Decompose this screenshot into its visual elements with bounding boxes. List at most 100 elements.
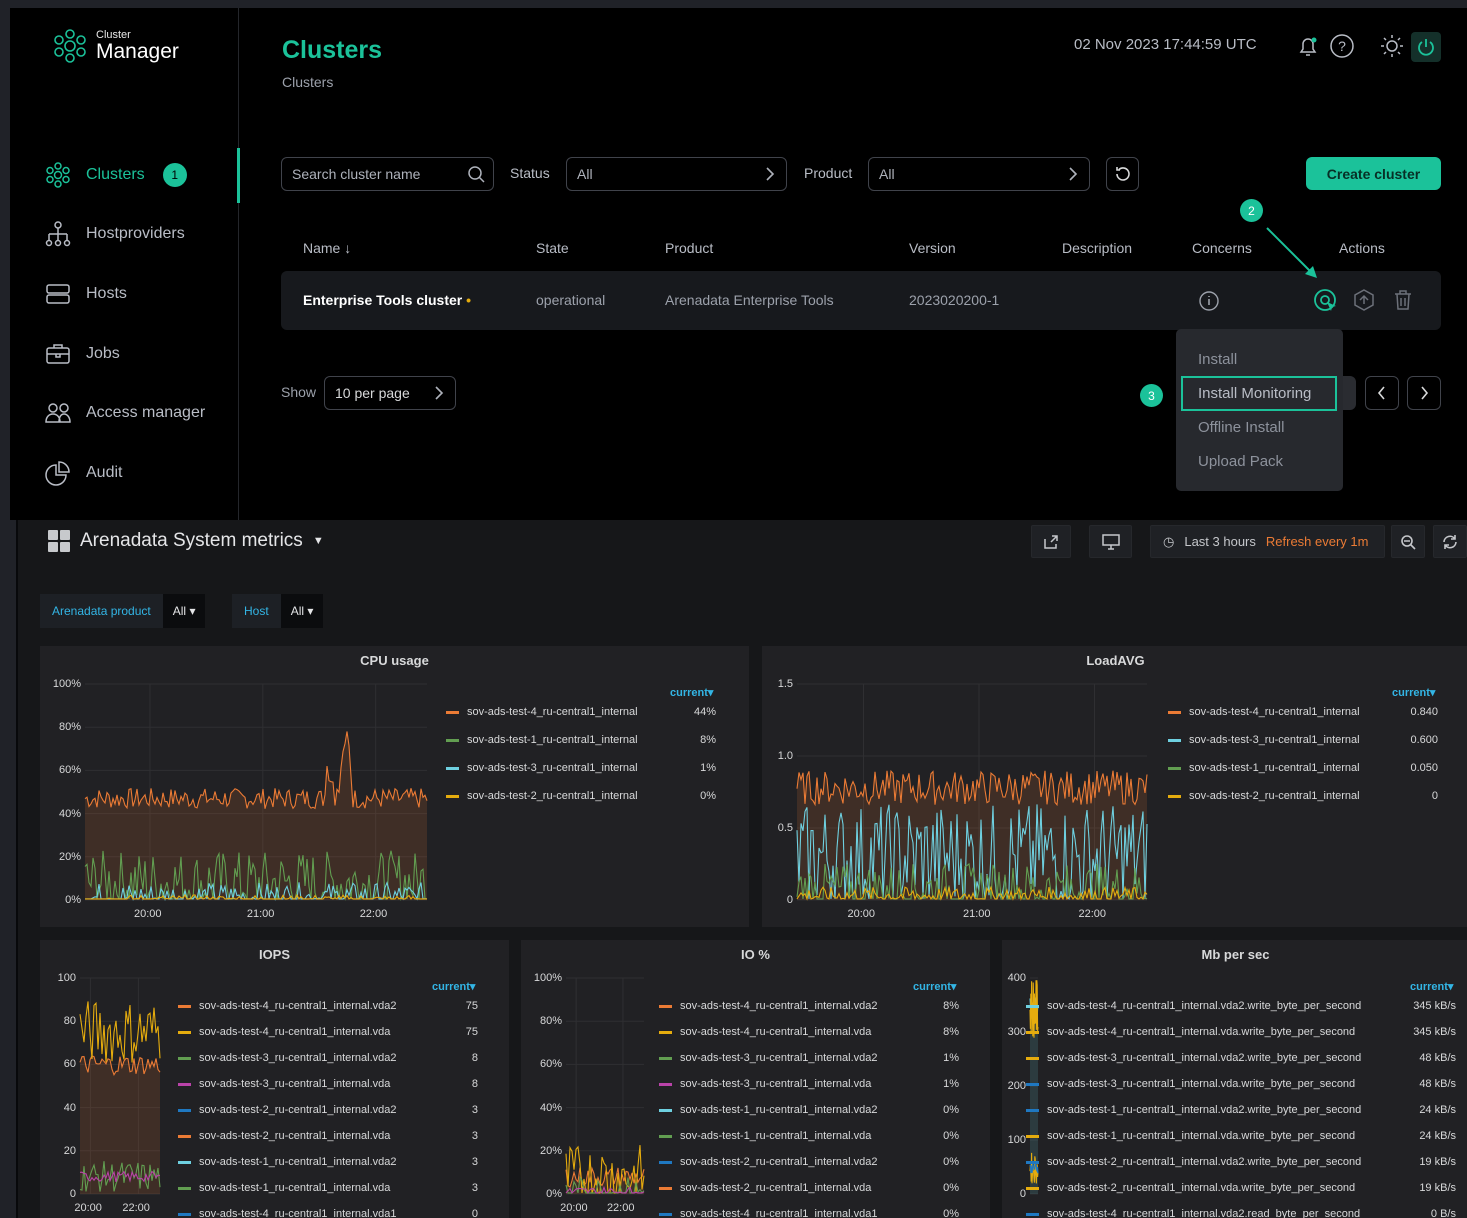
y-tick-label: 60% bbox=[58, 764, 81, 777]
legend-item[interactable]: sov-ads-test-2_ru-central1_internal.vda.… bbox=[1026, 1182, 1456, 1198]
legend-item[interactable]: sov-ads-test-3_ru-central1_internal 1% bbox=[446, 762, 726, 778]
legend-item[interactable]: sov-ads-test-3_ru-central1_internal.vda2… bbox=[659, 1052, 959, 1068]
legend-item[interactable]: sov-ads-test-4_ru-central1_internal.vda 7… bbox=[178, 1026, 478, 1042]
share-button[interactable] bbox=[1031, 525, 1071, 558]
product-select[interactable]: All bbox=[868, 157, 1090, 191]
legend-item[interactable]: sov-ads-test-4_ru-central1_internal.vda1… bbox=[659, 1208, 959, 1218]
variable-host[interactable]: Host All ▾ bbox=[232, 594, 324, 628]
nav-clusters[interactable]: Clusters 1 bbox=[44, 161, 187, 189]
install-action-icon[interactable] bbox=[1313, 288, 1339, 319]
cluster-name[interactable]: Enterprise Tools cluster • bbox=[303, 292, 471, 308]
legend-item[interactable]: sov-ads-test-1_ru-central1_internal.vda2… bbox=[178, 1156, 478, 1172]
per-page-select[interactable]: 10 per page bbox=[324, 376, 456, 410]
refresh-button[interactable] bbox=[1433, 525, 1467, 558]
upgrade-icon[interactable] bbox=[1352, 288, 1376, 317]
legend-item[interactable]: sov-ads-test-4_ru-central1_internal.vda2… bbox=[659, 1000, 959, 1016]
chevron-right-icon bbox=[1067, 165, 1079, 186]
zoom-out-button[interactable] bbox=[1391, 525, 1425, 558]
bell-icon[interactable] bbox=[1294, 32, 1322, 60]
menu-item-offline-install[interactable]: Offline Install bbox=[1198, 419, 1284, 436]
plot-area[interactable] bbox=[84, 683, 428, 902]
y-tick-label: 40% bbox=[58, 807, 81, 820]
menu-item-install[interactable]: Install bbox=[1198, 351, 1237, 368]
legend-item[interactable]: sov-ads-test-2_ru-central1_internal 0 bbox=[1168, 790, 1440, 806]
legend-current-value: 75 bbox=[465, 1000, 478, 1012]
legend-item[interactable]: sov-ads-test-4_ru-central1_internal 0.840 bbox=[1168, 706, 1440, 722]
plot-area[interactable] bbox=[796, 683, 1148, 901]
chevron-right-icon bbox=[764, 165, 776, 186]
legend-item[interactable]: sov-ads-test-1_ru-central1_internal.vda 0… bbox=[659, 1130, 959, 1146]
legend-item[interactable]: sov-ads-test-3_ru-central1_internal.vda2… bbox=[178, 1052, 478, 1068]
status-select[interactable]: All bbox=[566, 157, 787, 191]
nav-hostproviders[interactable]: Hostproviders bbox=[44, 220, 185, 248]
time-picker[interactable]: ◷ Last 3 hours Refresh every 1m bbox=[1150, 525, 1385, 558]
grafana-dashboard: Arenadata System metrics ▼ ◷ Last 3 hour… bbox=[16, 520, 1467, 1218]
nav-jobs[interactable]: Jobs bbox=[44, 340, 120, 368]
menu-item-upload-pack[interactable]: Upload Pack bbox=[1198, 453, 1283, 470]
legend-item[interactable]: sov-ads-test-2_ru-central1_internal 0% bbox=[446, 790, 726, 806]
plot-area[interactable] bbox=[565, 977, 645, 1195]
variable-value[interactable]: All ▾ bbox=[280, 594, 324, 628]
legend-item[interactable]: sov-ads-test-1_ru-central1_internal.vda.… bbox=[1026, 1130, 1456, 1146]
legend-item[interactable]: sov-ads-test-4_ru-central1_internal 44% bbox=[446, 706, 726, 722]
svg-text:?: ? bbox=[1338, 38, 1346, 54]
info-icon[interactable] bbox=[1198, 290, 1220, 317]
legend-item[interactable]: sov-ads-test-3_ru-central1_internal.vda2… bbox=[1026, 1052, 1456, 1068]
column-header-version: Version bbox=[909, 240, 956, 256]
legend-item[interactable]: sov-ads-test-1_ru-central1_internal 8% bbox=[446, 734, 726, 750]
nav-audit[interactable]: Audit bbox=[44, 459, 122, 487]
nav-access-manager[interactable]: Access manager bbox=[44, 399, 205, 427]
legend-current-value: 19 kB/s bbox=[1419, 1182, 1456, 1194]
tv-mode-button[interactable] bbox=[1089, 525, 1132, 558]
plot-area[interactable] bbox=[79, 977, 161, 1195]
legend-item[interactable]: sov-ads-test-2_ru-central1_internal.vda2… bbox=[1026, 1156, 1456, 1172]
sort-down-icon: ↓ bbox=[344, 240, 352, 256]
legend-item[interactable]: sov-ads-test-4_ru-central1_internal.vda2… bbox=[1026, 1000, 1456, 1016]
reset-filters-button[interactable] bbox=[1106, 157, 1139, 191]
sun-icon[interactable] bbox=[1378, 32, 1406, 60]
legend-item[interactable]: sov-ads-test-1_ru-central1_internal 0.050 bbox=[1168, 762, 1440, 778]
menu-item-install-monitoring[interactable]: Install Monitoring bbox=[1198, 385, 1311, 402]
y-tick-label: 40 bbox=[63, 1101, 76, 1114]
nav-hosts[interactable]: Hosts bbox=[44, 280, 127, 308]
x-tick-label: 20:00 bbox=[133, 908, 162, 920]
x-tick-label: 20:00 bbox=[560, 1202, 588, 1214]
legend-item[interactable]: sov-ads-test-3_ru-central1_internal 0.600 bbox=[1168, 734, 1440, 750]
logo[interactable]: Cluster Manager bbox=[52, 28, 179, 64]
search-input[interactable]: Search cluster name bbox=[281, 157, 494, 191]
caret-down-icon: ▼ bbox=[312, 535, 324, 547]
x-tick-label: 22:00 bbox=[359, 908, 388, 920]
variable-value[interactable]: All ▾ bbox=[162, 594, 206, 628]
legend-item[interactable]: sov-ads-test-1_ru-central1_internal.vda2… bbox=[1026, 1104, 1456, 1120]
legend-item[interactable]: sov-ads-test-4_ru-central1_internal.vda2… bbox=[1026, 1208, 1456, 1218]
column-header-name[interactable]: Name ↓ bbox=[303, 240, 351, 256]
y-tick-label: 300 bbox=[1007, 1026, 1026, 1038]
legend-item[interactable]: sov-ads-test-4_ru-central1_internal.vda.… bbox=[1026, 1026, 1456, 1042]
legend-item[interactable]: sov-ads-test-4_ru-central1_internal.vda1… bbox=[178, 1208, 478, 1218]
legend-item[interactable]: sov-ads-test-3_ru-central1_internal.vda 8 bbox=[178, 1078, 478, 1094]
legend-current-value: 0 bbox=[1431, 790, 1438, 802]
create-cluster-button[interactable]: Create cluster bbox=[1306, 157, 1441, 190]
nav-label: Hosts bbox=[86, 285, 127, 302]
breadcrumb[interactable]: Clusters bbox=[282, 74, 333, 90]
legend-item[interactable]: sov-ads-test-4_ru-central1_internal.vda2… bbox=[178, 1000, 478, 1016]
legend-item[interactable]: sov-ads-test-4_ru-central1_internal.vda 8… bbox=[659, 1026, 959, 1042]
legend-item[interactable]: sov-ads-test-2_ru-central1_internal.vda2… bbox=[659, 1156, 959, 1172]
legend-item[interactable]: sov-ads-test-3_ru-central1_internal.vda 1… bbox=[659, 1078, 959, 1094]
prev-page-button[interactable] bbox=[1365, 376, 1399, 410]
legend-item[interactable]: sov-ads-test-1_ru-central1_internal.vda 3 bbox=[178, 1182, 478, 1198]
trash-icon[interactable] bbox=[1393, 289, 1413, 316]
legend-item[interactable]: sov-ads-test-3_ru-central1_internal.vda.… bbox=[1026, 1078, 1456, 1094]
dashboard-title[interactable]: Arenadata System metrics ▼ bbox=[48, 530, 324, 552]
legend-item[interactable]: sov-ads-test-1_ru-central1_internal.vda2… bbox=[659, 1104, 959, 1120]
next-page-button[interactable] bbox=[1407, 376, 1441, 410]
legend-current-value: 48 kB/s bbox=[1419, 1052, 1456, 1064]
variable-product[interactable]: Arenadata product All ▾ bbox=[40, 594, 206, 628]
power-icon[interactable] bbox=[1411, 32, 1441, 62]
legend-item[interactable]: sov-ads-test-2_ru-central1_internal.vda 3 bbox=[178, 1130, 478, 1146]
legend-item[interactable]: sov-ads-test-2_ru-central1_internal.vda 0… bbox=[659, 1182, 959, 1198]
x-tick-label: 22:00 bbox=[1078, 908, 1107, 920]
help-icon[interactable]: ? bbox=[1328, 32, 1356, 60]
legend-item[interactable]: sov-ads-test-2_ru-central1_internal.vda2… bbox=[178, 1104, 478, 1120]
y-tick-label: 200 bbox=[1007, 1080, 1026, 1092]
